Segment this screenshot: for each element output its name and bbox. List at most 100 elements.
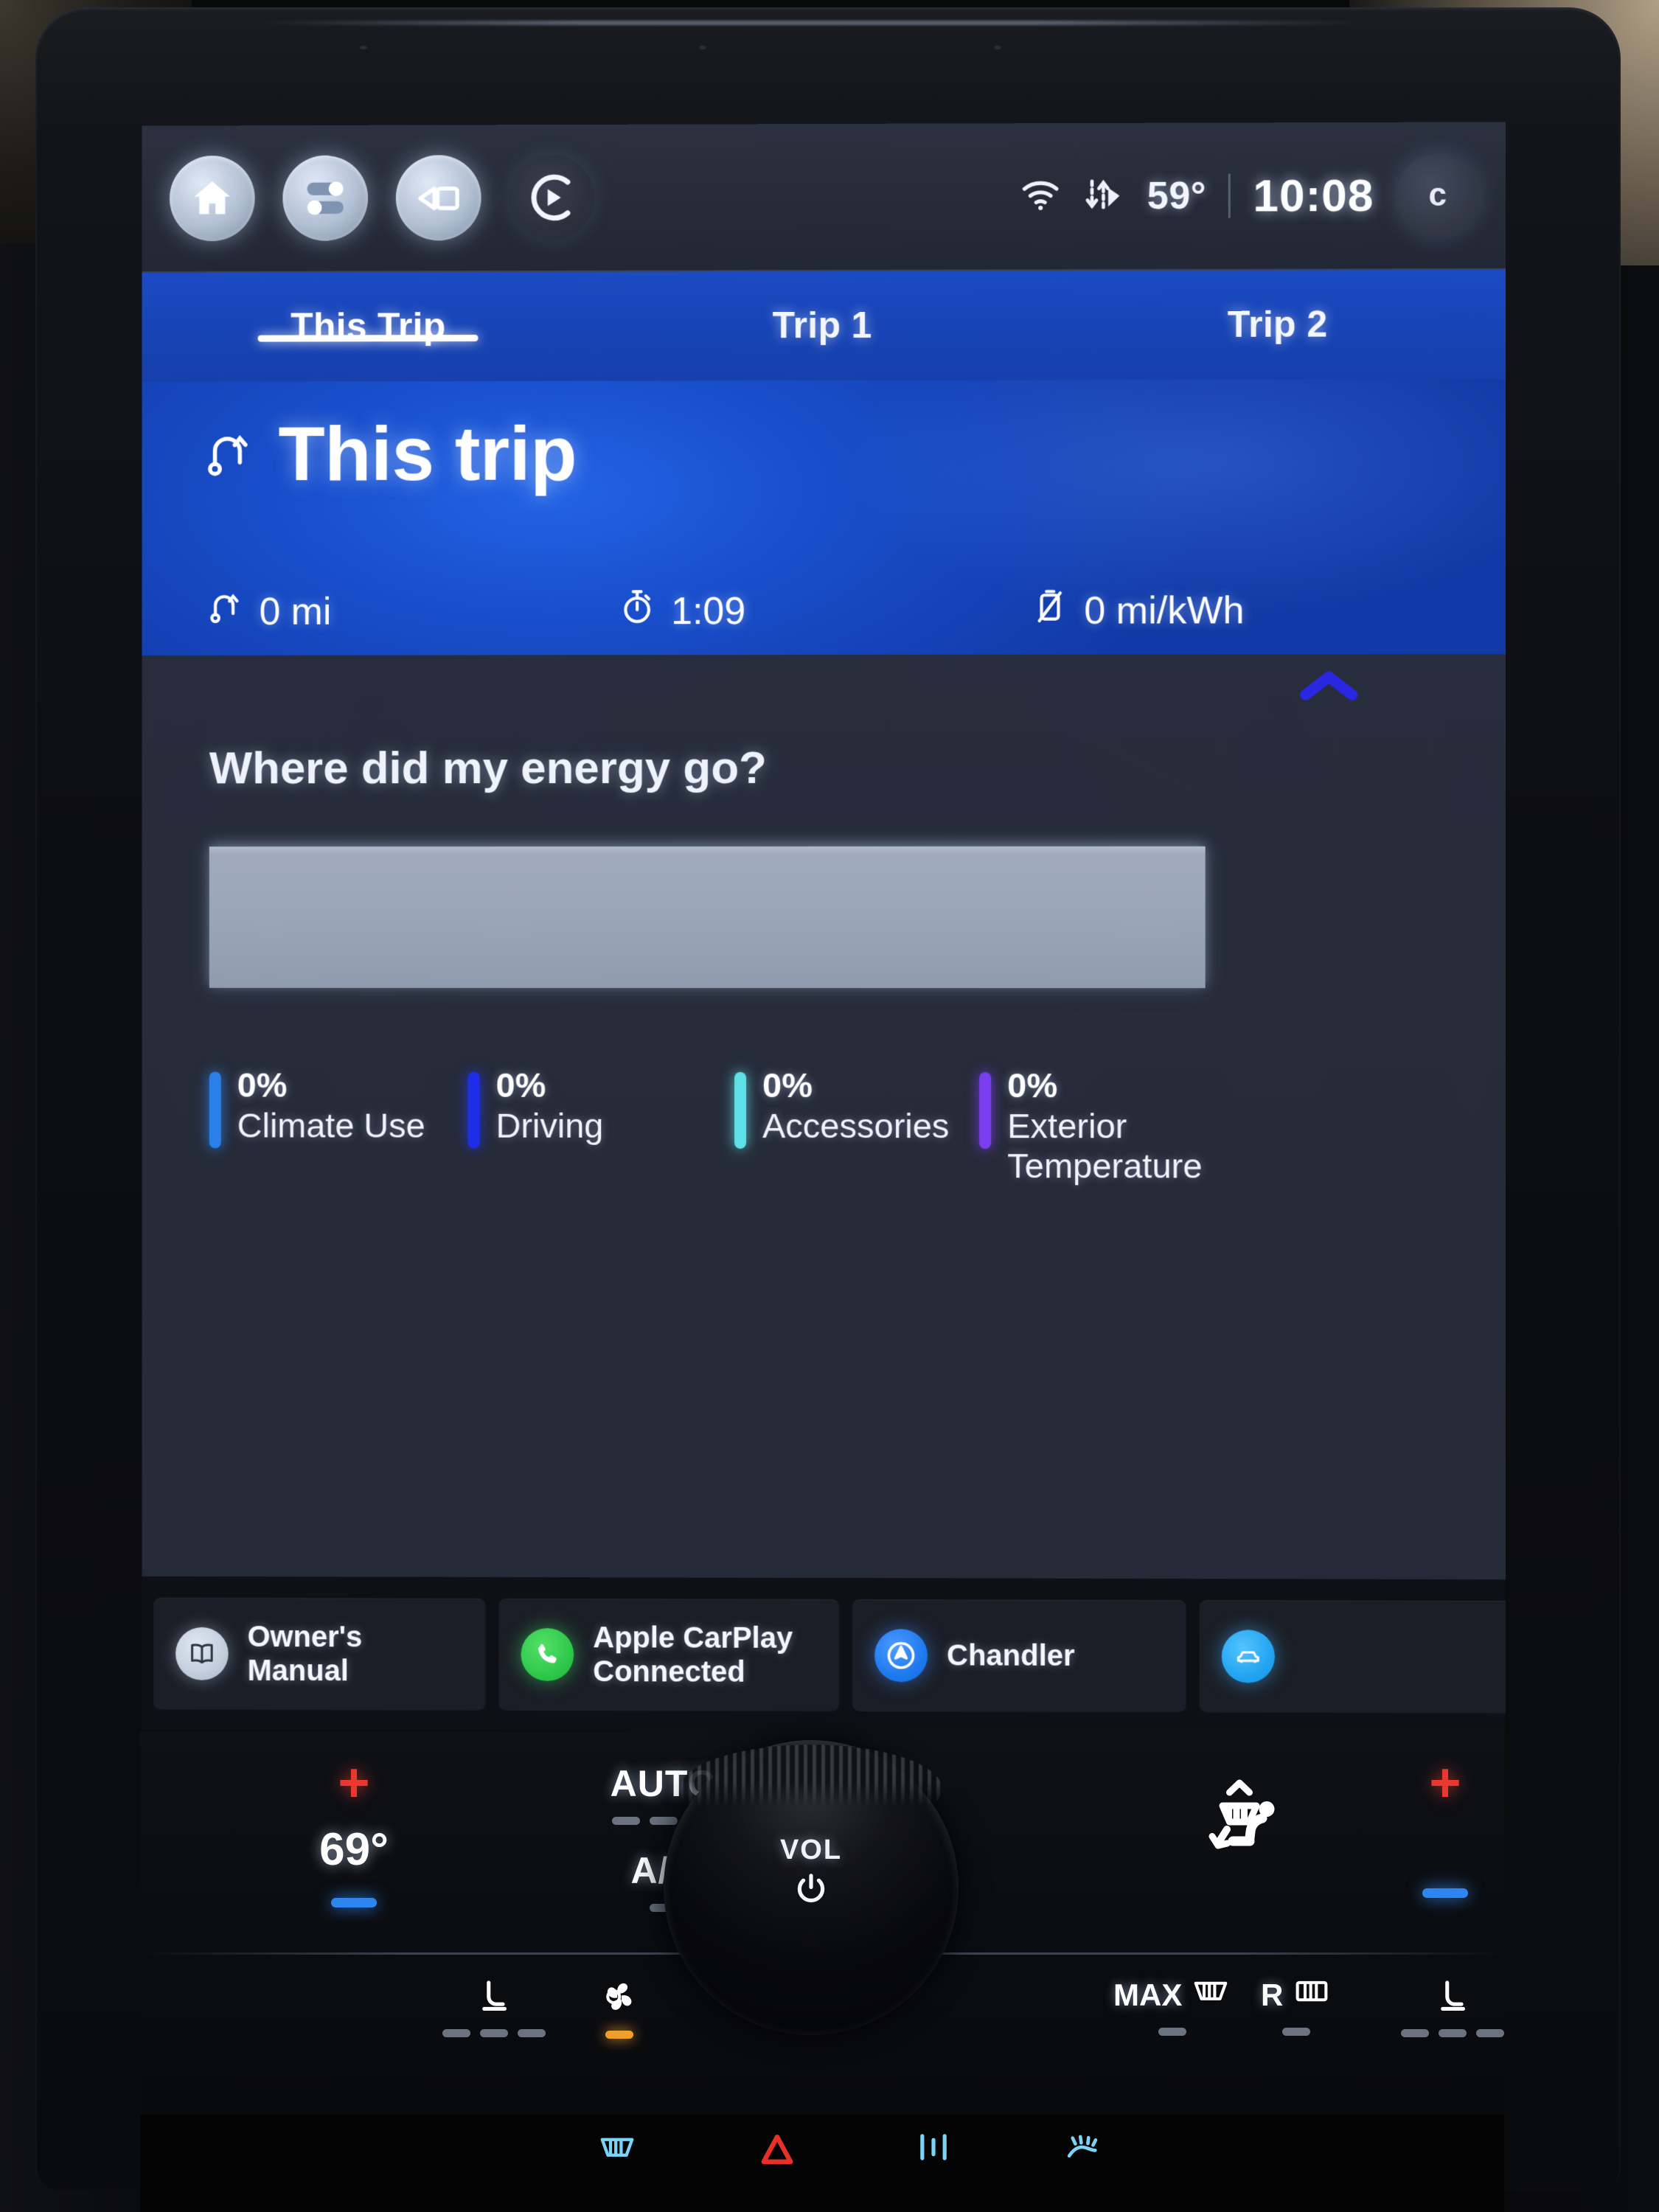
stat-efficiency: 0 mi/kWh (1032, 585, 1245, 636)
legend-label: Climate Use (237, 1105, 425, 1145)
tab-trip-1[interactable]: Trip 1 (595, 271, 1050, 347)
indicator-dash (650, 1817, 678, 1825)
tab-trip-2[interactable]: Trip 2 (1050, 270, 1506, 347)
passenger-temp-down-button[interactable] (1422, 1888, 1468, 1899)
indicator-dash (1476, 2029, 1504, 2037)
bezel-highlight (257, 21, 1363, 25)
screenshot-root: 59° 10:08 c This Trip Trip 1 Trip 2 This… (0, 0, 1659, 2212)
page-title: This trip (205, 411, 577, 499)
mic-dot (360, 46, 367, 49)
car-icon (1221, 1630, 1275, 1683)
energy-heading: Where did my energy go? (209, 742, 767, 794)
driver-temperature-control: + 69° (288, 1755, 420, 1908)
outside-temperature: 59° (1147, 174, 1207, 218)
energy-stacked-bar (209, 846, 1206, 989)
tab-trip-1-label: Trip 1 (772, 304, 872, 347)
indicator-dash (480, 2029, 508, 2037)
front-defrost-icon (600, 2138, 634, 2157)
legend-color-swatch (209, 1071, 221, 1149)
status-bar-shortcuts (170, 154, 595, 242)
stopwatch-icon (619, 586, 655, 636)
mic-dot (994, 46, 1001, 49)
phone-icon (521, 1627, 574, 1682)
legend-percent: 0% (1007, 1065, 1058, 1105)
indicator-dash (612, 1817, 640, 1825)
navigation-arrow-icon (874, 1629, 928, 1683)
traction-control-hard-button[interactable] (1062, 2131, 1107, 2163)
heated-seat-icon (1431, 1975, 1474, 2017)
temp-up-button[interactable]: + (288, 1755, 420, 1809)
passenger-seat-indicator (1401, 2029, 1504, 2037)
legend-color-swatch (979, 1072, 992, 1150)
hazard-icon (761, 2135, 793, 2164)
status-divider (1228, 173, 1231, 218)
tab-active-underline (257, 334, 479, 342)
stat-distance: 0 mi (208, 586, 619, 636)
volume-knob[interactable]: VOL (664, 1740, 959, 2035)
legend-label: Exterior Temperature (1007, 1106, 1203, 1185)
front-defrost-icon (1191, 1975, 1231, 2016)
stat-duration-value: 1:09 (671, 589, 746, 633)
tab-trip-2-label: Trip 2 (1227, 303, 1328, 345)
tile-owners-manual[interactable]: Owner's Manual (153, 1597, 486, 1711)
max-defrost-indicator (1158, 2028, 1186, 2036)
indicator-dash (518, 2029, 546, 2037)
park-assist-icon (920, 2134, 947, 2160)
legend-percent: 0% (762, 1065, 813, 1105)
driver-seat-indicator (442, 2029, 546, 2037)
temp-down-button[interactable] (331, 1898, 377, 1908)
avatar[interactable]: c (1396, 153, 1480, 237)
legend-label: Driving (495, 1105, 604, 1145)
heated-seat-icon (473, 1975, 515, 2017)
tile-vehicle[interactable] (1199, 1600, 1506, 1714)
passenger-temp-up-button[interactable]: + (1379, 1755, 1512, 1809)
tile-apple-carplay[interactable]: Apple CarPlay Connected (498, 1598, 840, 1712)
indicator-dash (1282, 2028, 1311, 2036)
fan-speed-button[interactable] (597, 1975, 641, 2039)
front-defrost-hard-button[interactable] (597, 2131, 637, 2165)
media-play-icon[interactable] (509, 154, 595, 241)
rear-defrost-label: R (1261, 1978, 1284, 2012)
tab-this-trip[interactable]: This Trip (142, 272, 595, 348)
legend-label: Accessories (762, 1105, 950, 1146)
rear-defrost-icon (1292, 1975, 1332, 2016)
apps-icon[interactable] (282, 155, 369, 241)
trip-stats: 0 mi 1:09 0 mi/kWh (142, 585, 1506, 636)
energy-panel: Where did my energy go? 0% Climate Use 0… (142, 654, 1506, 1733)
legend-color-swatch (467, 1071, 480, 1149)
home-icon[interactable] (170, 156, 255, 242)
tile-chandler-destination[interactable]: Chandler (852, 1599, 1186, 1713)
traction-control-icon (1067, 2135, 1098, 2158)
airflow-mode-button[interactable] (1172, 1775, 1335, 1875)
indicator-dash-active (605, 2031, 633, 2039)
driver-heated-seat-button[interactable] (442, 1975, 546, 2037)
trip-summary-header: This trip 0 mi 1:09 0 mi/kWh (142, 379, 1506, 655)
camera-icon[interactable] (395, 155, 481, 241)
shortcut-tray: Owner's Manual Apple CarPlay Connected C… (142, 1576, 1506, 1733)
power-icon[interactable] (664, 1870, 959, 1908)
hard-button-strip (140, 2115, 1504, 2212)
max-defrost-label: MAX (1113, 1978, 1183, 2012)
book-icon (175, 1627, 229, 1680)
rear-defrost-button[interactable]: R (1261, 1975, 1332, 2036)
clock: 10:08 (1253, 170, 1374, 222)
hazard-hard-button[interactable] (756, 2131, 799, 2168)
legend-color-swatch (734, 1071, 747, 1149)
legend-item-climate-use[interactable]: 0% Climate Use (209, 1065, 468, 1185)
status-bar: 59° 10:08 c (142, 122, 1506, 274)
legend-item-accessories[interactable]: 0% Accessories (734, 1065, 979, 1185)
airflow-person-icon (1198, 1779, 1309, 1874)
passenger-heated-seat-button[interactable] (1401, 1975, 1504, 2037)
tile-apple-carplay-label: Apple CarPlay Connected (593, 1621, 793, 1689)
chevron-up-icon[interactable] (1297, 664, 1360, 709)
mic-dot (699, 46, 706, 49)
energy-legend: 0% Climate Use 0% Driving 0% Accessories… (209, 1065, 1447, 1186)
infotainment-screen: 59° 10:08 c This Trip Trip 1 Trip 2 This… (142, 122, 1506, 1733)
indicator-dash (1158, 2028, 1186, 2036)
legend-item-exterior-temperature[interactable]: 0% Exterior Temperature (979, 1065, 1203, 1185)
park-assist-hard-button[interactable] (914, 2131, 953, 2163)
efficiency-battery-icon (1032, 586, 1068, 636)
legend-item-driving[interactable]: 0% Driving (467, 1065, 734, 1185)
max-defrost-button[interactable]: MAX (1113, 1975, 1231, 2036)
indicator-dash (442, 2029, 470, 2037)
